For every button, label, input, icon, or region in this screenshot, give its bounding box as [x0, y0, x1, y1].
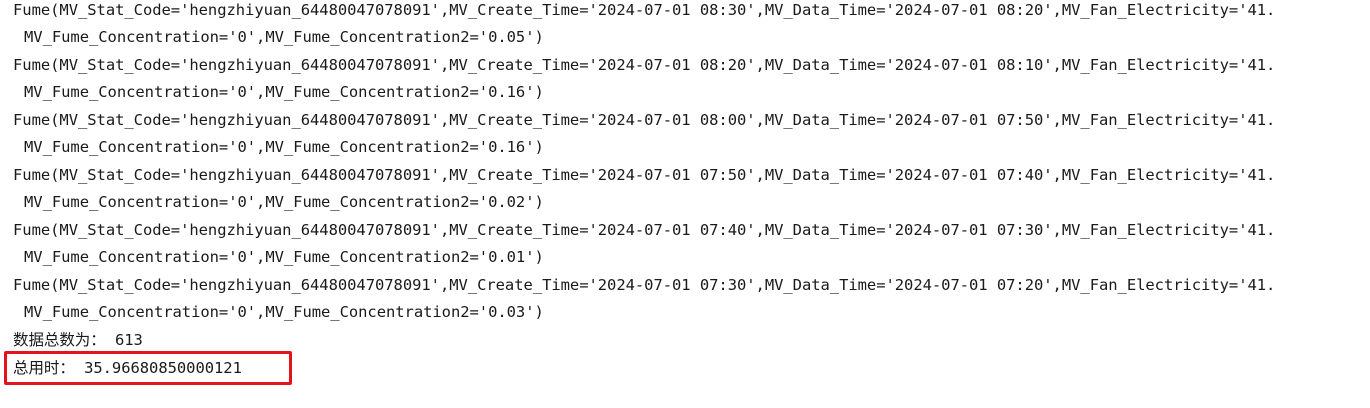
record-6-line-1: Fume(MV_Stat_Code='hengzhiyuan_644800470…	[13, 276, 1276, 294]
record-5-line-1: Fume(MV_Stat_Code='hengzhiyuan_644800470…	[13, 221, 1276, 239]
record-1-line-2: MV_Fume_Concentration='0',MV_Fume_Concen…	[24, 28, 544, 46]
record-4-line-2: MV_Fume_Concentration='0',MV_Fume_Concen…	[24, 193, 544, 211]
record-5-line-2: MV_Fume_Concentration='0',MV_Fume_Concen…	[24, 248, 544, 266]
record-1-line-1: Fume(MV_Stat_Code='hengzhiyuan_644800470…	[13, 1, 1276, 19]
record-3-line-2: MV_Fume_Concentration='0',MV_Fume_Concen…	[24, 138, 544, 156]
record-2-line-2: MV_Fume_Concentration='0',MV_Fume_Concen…	[24, 83, 544, 101]
record-3-line-1: Fume(MV_Stat_Code='hengzhiyuan_644800470…	[13, 111, 1276, 129]
highlight-box	[4, 351, 292, 385]
total-count-line: 数据总数为： 613	[13, 331, 143, 349]
record-6-line-2: MV_Fume_Concentration='0',MV_Fume_Concen…	[24, 303, 544, 321]
console-output: Fume(MV_Stat_Code='hengzhiyuan_644800470…	[0, 0, 1370, 408]
record-4-line-1: Fume(MV_Stat_Code='hengzhiyuan_644800470…	[13, 166, 1276, 184]
record-2-line-1: Fume(MV_Stat_Code='hengzhiyuan_644800470…	[13, 56, 1276, 74]
